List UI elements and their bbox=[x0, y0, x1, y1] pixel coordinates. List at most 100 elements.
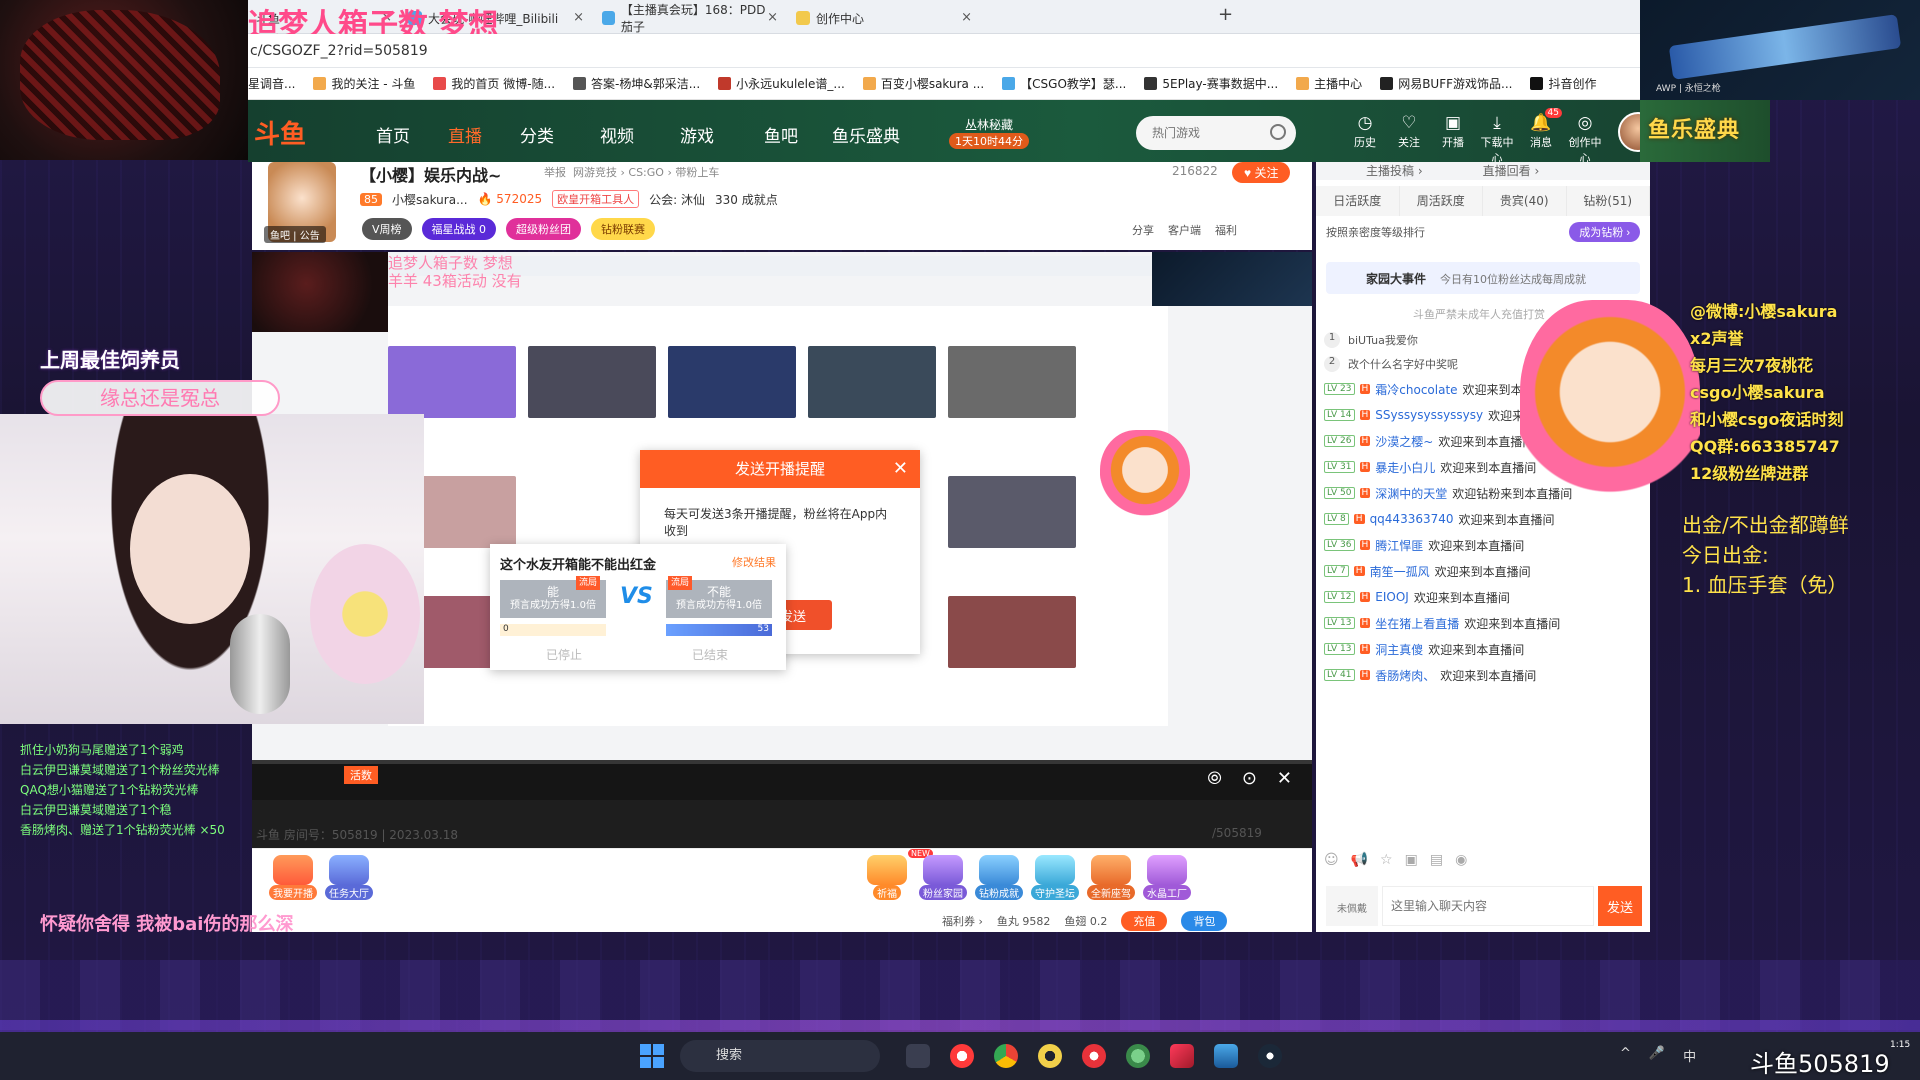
chat-input[interactable] bbox=[1382, 886, 1594, 926]
bookmark-item[interactable]: 抖音创作 bbox=[1530, 75, 1596, 92]
messages-button[interactable]: 🔔 消息 45 bbox=[1520, 108, 1562, 150]
client-button[interactable]: 客户端 bbox=[1168, 222, 1201, 238]
super-fan-pill[interactable]: 超级粉丝团 bbox=[506, 218, 582, 240]
nav-category[interactable]: 分类 bbox=[520, 122, 554, 147]
weekly-rank-pill[interactable]: V周榜 bbox=[362, 218, 412, 240]
crystal-factory-gift[interactable]: 水晶工厂 bbox=[1140, 855, 1194, 900]
guild-label[interactable]: 公会: 沐仙 bbox=[649, 191, 705, 208]
option-yes[interactable]: 流局 能 预言成功方得1.0倍 bbox=[500, 576, 606, 618]
jungle-treasure-event[interactable]: 丛林秘藏 1天10时44分 bbox=[944, 116, 1034, 150]
achievement-points[interactable]: 330 成就点 bbox=[715, 191, 778, 208]
close-icon[interactable]: ✕ bbox=[1277, 768, 1292, 789]
bookmark-item[interactable]: 我的首页 微博-随... bbox=[433, 75, 555, 92]
chat-username[interactable]: 南笙一孤风 bbox=[1370, 563, 1430, 580]
chrome-icon[interactable] bbox=[994, 1044, 1018, 1068]
chat-username[interactable]: 香肠烤肉、 bbox=[1375, 667, 1435, 684]
option-no[interactable]: 流局 不能 预言成功方得1.0倍 bbox=[666, 576, 772, 618]
chat-username[interactable]: 腾江悍匪 bbox=[1375, 537, 1423, 554]
tray-expand-icon[interactable]: ^ bbox=[1620, 1046, 1631, 1065]
tab-daily-activity[interactable]: 日活跃度 bbox=[1316, 186, 1400, 216]
gift-icon[interactable]: ▣ bbox=[1405, 852, 1418, 868]
browser-tab-bilibili-2[interactable]: 【主播真会玩】168：PDD茄子 × bbox=[594, 3, 784, 34]
new-tab-button[interactable]: + bbox=[1218, 4, 1233, 25]
nav-yuba[interactable]: 鱼吧 bbox=[764, 122, 798, 147]
send-button[interactable]: 发送 bbox=[1598, 886, 1642, 926]
follow-button[interactable]: ♥ 关注 bbox=[1232, 162, 1291, 183]
tab-diamond-fans[interactable]: 钻粉(51) bbox=[1566, 186, 1650, 216]
chat-username[interactable]: 霜冷chocolate bbox=[1375, 381, 1457, 398]
bookmark-item[interactable]: 5EPlay-赛事数据中... bbox=[1144, 75, 1278, 92]
card-icon[interactable]: ▤ bbox=[1430, 852, 1443, 868]
address-bar[interactable]: c/CSGOZF_2?rid=505819 bbox=[248, 34, 1640, 68]
diamond-league-pill[interactable]: 钻粉联赛 bbox=[591, 218, 656, 240]
close-icon[interactable]: × bbox=[961, 10, 972, 25]
browser-tab-creator[interactable]: 创作中心 × bbox=[788, 4, 978, 32]
microphone-icon[interactable]: 🎤 bbox=[1649, 1046, 1665, 1065]
camera-icon[interactable]: ◉ bbox=[1455, 852, 1467, 868]
netease-music-icon[interactable] bbox=[1082, 1044, 1106, 1068]
bookmark-item[interactable]: 网易BUFF游戏饰品... bbox=[1380, 75, 1512, 92]
windows-start-icon[interactable] bbox=[640, 1044, 664, 1068]
welfare-button[interactable]: 福利 bbox=[1215, 222, 1237, 238]
coupon-link[interactable]: 福利券 › bbox=[942, 913, 983, 929]
app-icon[interactable] bbox=[950, 1044, 974, 1068]
diamond-achievement-gift[interactable]: 钻粉成就 bbox=[972, 855, 1026, 900]
streamer-name[interactable]: 小樱sakura... bbox=[392, 191, 468, 208]
history-button[interactable]: ◷ 历史 bbox=[1344, 114, 1386, 150]
streamer-submissions-link[interactable]: 主播投稿 › bbox=[1366, 162, 1423, 180]
replay-link[interactable]: 直播回看 › bbox=[1483, 162, 1540, 180]
streamer-avatar-caption[interactable]: 鱼吧 | 公告 bbox=[264, 226, 326, 243]
more-icon[interactable]: ⊙ bbox=[1242, 768, 1257, 789]
edit-result-link[interactable]: 修改结果 bbox=[732, 554, 776, 570]
star-icon[interactable]: ☆ bbox=[1380, 852, 1393, 868]
emoji-icon[interactable]: ☺ bbox=[1324, 852, 1339, 868]
close-icon[interactable]: × bbox=[573, 10, 584, 25]
input-method-icon[interactable]: 中 bbox=[1683, 1046, 1696, 1065]
bookmark-item[interactable]: 【CSGO教学】瑟... bbox=[1002, 75, 1126, 92]
prayer-gift[interactable]: 祈福 bbox=[860, 855, 914, 900]
start-stream-button[interactable]: ▣ 开播 bbox=[1432, 114, 1474, 150]
app-icon[interactable] bbox=[1126, 1044, 1150, 1068]
chat-username[interactable]: SSyssysyssyssysy bbox=[1375, 408, 1483, 422]
chat-username[interactable]: 暴走小白儿 bbox=[1375, 459, 1435, 476]
bookmark-item[interactable]: 星调音... bbox=[248, 75, 295, 92]
chat-username[interactable]: 洞主真傻 bbox=[1375, 641, 1423, 658]
bookmark-item[interactable]: 主播中心 bbox=[1296, 75, 1362, 92]
fan-badge-selector[interactable]: 未佩戴 bbox=[1326, 886, 1378, 926]
nav-live[interactable]: 直播 bbox=[448, 122, 482, 147]
nav-video[interactable]: 视频 bbox=[600, 122, 634, 147]
chat-username[interactable]: EIOOJ bbox=[1375, 590, 1409, 604]
settings-icon[interactable]: ⦾ bbox=[1207, 768, 1221, 789]
report-link[interactable]: 举报 bbox=[544, 166, 566, 179]
creator-center-button[interactable]: ◎ 创作中心 bbox=[1564, 114, 1606, 166]
start-stream-gift[interactable]: 我要开播 bbox=[266, 855, 320, 900]
close-icon[interactable]: × bbox=[767, 10, 778, 25]
bookmark-item[interactable]: 答案-杨坤&郭采洁... bbox=[573, 75, 700, 92]
bookmark-item[interactable]: 我的关注 - 斗鱼 bbox=[313, 75, 415, 92]
tab-vip[interactable]: 贵宾(40) bbox=[1483, 186, 1567, 216]
follow-nav-button[interactable]: ♡ 关注 bbox=[1388, 114, 1430, 150]
chat-username[interactable]: qq443363740 bbox=[1370, 512, 1454, 526]
app-icon[interactable] bbox=[1170, 1044, 1194, 1068]
nav-festival[interactable]: 鱼乐盛典 bbox=[832, 122, 900, 147]
close-icon[interactable]: ✕ bbox=[893, 450, 908, 488]
fan-home-gift[interactable]: 粉丝家园 bbox=[916, 855, 970, 900]
share-button[interactable]: 分享 bbox=[1132, 222, 1154, 238]
chat-username[interactable]: 沙漠之樱~ bbox=[1375, 433, 1433, 450]
guard-altar-gift[interactable]: 守护圣坛 bbox=[1028, 855, 1082, 900]
new-vehicle-gift[interactable]: 全新座驾 bbox=[1084, 855, 1138, 900]
download-button[interactable]: ⤓ 下载中心 bbox=[1476, 114, 1518, 166]
tool-badge[interactable]: 欧皇开箱工具人 bbox=[552, 190, 640, 208]
horn-icon[interactable]: 📢 bbox=[1351, 852, 1368, 868]
app-icon[interactable] bbox=[1214, 1044, 1238, 1068]
app-icon[interactable] bbox=[1038, 1044, 1062, 1068]
douyu-logo[interactable]: 斗鱼 bbox=[254, 114, 306, 151]
nav-game[interactable]: 游戏 bbox=[680, 122, 714, 147]
task-view-icon[interactable] bbox=[906, 1044, 930, 1068]
lucky-star-pill[interactable]: 福星战战 0 bbox=[421, 218, 497, 240]
festival-banner[interactable]: 鱼乐盛典 bbox=[1640, 100, 1770, 162]
task-hall-gift[interactable]: 任务大厅 bbox=[322, 855, 376, 900]
recharge-button[interactable]: 充值 bbox=[1121, 911, 1168, 931]
bag-button[interactable]: 背包 bbox=[1181, 911, 1228, 931]
steam-icon[interactable] bbox=[1258, 1044, 1282, 1068]
